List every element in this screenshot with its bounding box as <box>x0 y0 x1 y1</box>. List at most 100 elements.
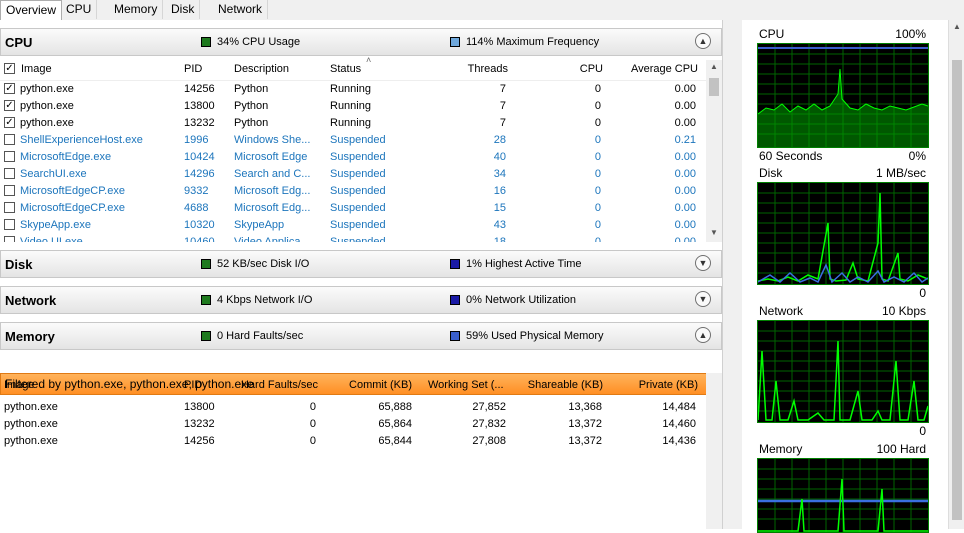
physical-memory-text: 59% Used Physical Memory <box>466 330 604 342</box>
cell-status: Suspended <box>330 236 386 242</box>
tab-network[interactable]: Network <box>213 0 269 19</box>
memory-section-header[interactable]: Memory 0 Hard Faults/sec 59% Used Physic… <box>0 322 722 350</box>
cell-pid: 4688 <box>184 202 209 214</box>
cpu-scroll-thumb[interactable] <box>709 78 719 96</box>
network-graph-min: 0 <box>919 424 926 438</box>
cell-cpu: 0 <box>594 219 601 231</box>
memory-collapse-chevron-up-icon[interactable]: ▲ <box>695 327 711 343</box>
cell-cpu: 0 <box>594 83 601 95</box>
disk-io-text: 52 KB/sec Disk I/O <box>217 258 310 270</box>
table-row[interactable]: MicrosoftEdgeCP.exe 9332 Microsoft Edg... S… <box>0 183 706 200</box>
cell-cpu: 0 <box>594 151 601 163</box>
cell-average-cpu: 0.00 <box>674 185 696 197</box>
cell-threads: 40 <box>493 151 506 163</box>
cell-threads: 18 <box>493 236 506 242</box>
disk-expand-chevron-down-icon[interactable]: ▼ <box>695 255 711 271</box>
cell-commit: 65,888 <box>378 401 412 413</box>
cell-cpu: 0 <box>594 185 601 197</box>
table-row[interactable]: ✓ python.exe 13232 Python Running 7 0 0.00 <box>0 115 706 132</box>
cell-image: MicrosoftEdgeCP.exe <box>20 185 125 197</box>
cell-average-cpu: 0.00 <box>674 236 696 242</box>
disk-section-header[interactable]: Disk 52 KB/sec Disk I/O 1% Highest Activ… <box>0 250 722 278</box>
mem-col-pid[interactable]: PID <box>184 379 202 391</box>
col-average-cpu[interactable]: Average CPU <box>610 63 698 75</box>
mem-col-private[interactable]: Private (KB) <box>610 379 698 391</box>
cpu-collapse-chevron-up-icon[interactable]: ▲ <box>695 33 711 49</box>
table-row[interactable]: ShellExperienceHost.exe 1996 Windows She..… <box>0 132 706 149</box>
cell-threads: 7 <box>499 83 506 95</box>
tab-memory[interactable]: Memory <box>109 0 164 19</box>
col-image[interactable]: Image <box>21 63 52 75</box>
row-checkbox[interactable]: ✓ <box>4 117 15 128</box>
col-cpu[interactable]: CPU <box>520 63 603 75</box>
row-checkbox[interactable]: ✓ <box>4 83 15 94</box>
cell-threads: 7 <box>499 117 506 129</box>
graphs-scrollbar[interactable]: ▲ <box>948 20 964 529</box>
cell-pid: 14256 <box>184 435 215 447</box>
table-row[interactable]: MicrosoftEdge.exe 10424 Microsoft Edge Susp… <box>0 149 706 166</box>
cpu-usage-text: 34% CPU Usage <box>217 36 301 48</box>
cell-description: Python <box>234 83 269 95</box>
cell-threads: 16 <box>493 185 506 197</box>
table-row[interactable]: SearchUI.exe 14296 Search and C... Suspende… <box>0 166 706 183</box>
row-checkbox[interactable] <box>4 168 15 179</box>
cell-cpu: 0 <box>594 202 601 214</box>
table-row[interactable]: python.exe 13800 0 65,888 27,852 13,368 14,484 <box>0 399 706 416</box>
active-time-swatch <box>450 259 460 269</box>
cell-private: 14,436 <box>662 435 696 447</box>
row-checkbox[interactable] <box>4 134 15 145</box>
table-row[interactable]: python.exe 13232 0 65,864 27,832 13,372 14,460 <box>0 416 706 433</box>
cell-status: Suspended <box>330 151 386 163</box>
cell-commit: 65,864 <box>378 418 412 430</box>
scroll-up-icon[interactable]: ▲ <box>710 62 718 71</box>
row-checkbox[interactable] <box>4 202 15 213</box>
cell-average-cpu: 0.21 <box>674 134 696 146</box>
scroll-down-icon[interactable]: ▼ <box>710 228 718 237</box>
cpu-graph-svg <box>758 44 928 147</box>
row-checkbox[interactable] <box>4 236 15 242</box>
tab-overview[interactable]: Overview <box>0 0 63 21</box>
table-row[interactable]: MicrosoftEdgeCP.exe 4688 Microsoft Edg... S… <box>0 200 706 217</box>
cell-description: Microsoft Edg... <box>234 185 311 197</box>
pane-splitter[interactable] <box>722 20 743 529</box>
col-pid[interactable]: PID <box>184 63 202 75</box>
cell-cpu: 0 <box>594 236 601 242</box>
row-checkbox[interactable] <box>4 219 15 230</box>
network-expand-chevron-down-icon[interactable]: ▼ <box>695 291 711 307</box>
table-row[interactable]: Video.UI.exe 10460 Video Applica... Suspend… <box>0 234 706 242</box>
mem-col-shareable[interactable]: Shareable (KB) <box>520 379 603 391</box>
table-row[interactable]: ✓ python.exe 13800 Python Running 7 0 0.00 <box>0 98 706 115</box>
col-status[interactable]: Status <box>330 63 361 75</box>
cpu-list-scrollbar[interactable]: ▲ ▼ <box>706 60 722 242</box>
memory-list-scrollbar[interactable] <box>706 373 722 529</box>
table-row[interactable]: SkypeApp.exe 10320 SkypeApp Suspended 43 0 0.0… <box>0 217 706 234</box>
select-all-checkbox[interactable]: ✓ <box>4 63 15 74</box>
mem-col-commit[interactable]: Commit (KB) <box>330 379 412 391</box>
col-threads[interactable]: Threads <box>420 63 508 75</box>
cell-description: SkypeApp <box>234 219 285 231</box>
table-row[interactable]: python.exe 14256 0 65,844 27,808 13,372 14,436 <box>0 433 706 450</box>
memory-process-list: python.exe 13800 0 65,888 27,852 13,368 14,484… <box>0 399 706 459</box>
cell-private: 14,460 <box>662 418 696 430</box>
row-checkbox[interactable]: ✓ <box>4 100 15 111</box>
col-description[interactable]: Description <box>234 63 289 75</box>
cell-image: python.exe <box>20 100 74 112</box>
cell-average-cpu: 0.00 <box>674 202 696 214</box>
network-section-header[interactable]: Network 4 Kbps Network I/O 0% Network Ut… <box>0 286 722 314</box>
memory-table-header: Image PID Hard Faults/sec Commit (KB) Wo… <box>0 378 706 398</box>
table-row[interactable]: ✓ python.exe 14256 Python Running 7 0 0.00 <box>0 81 706 98</box>
mem-col-working-set[interactable]: Working Set (... <box>428 379 504 391</box>
row-checkbox[interactable] <box>4 151 15 162</box>
memory-graph-title: Memory <box>759 442 803 456</box>
network-graph-max: 10 Kbps <box>881 304 926 318</box>
memory-section-title: Memory <box>5 329 55 344</box>
cell-image: ShellExperienceHost.exe <box>20 134 143 146</box>
tab-disk[interactable]: Disk <box>166 0 201 19</box>
row-checkbox[interactable] <box>4 185 15 196</box>
graphs-scroll-thumb[interactable] <box>952 60 962 520</box>
mem-col-image[interactable]: Image <box>4 379 35 391</box>
graphs-scroll-up-icon[interactable]: ▲ <box>953 22 961 31</box>
tab-cpu[interactable]: CPU <box>61 0 98 19</box>
cpu-section-header[interactable]: CPU 34% CPU Usage 114% Maximum Frequency… <box>0 28 722 56</box>
mem-col-hard-faults[interactable]: Hard Faults/sec <box>228 379 318 391</box>
